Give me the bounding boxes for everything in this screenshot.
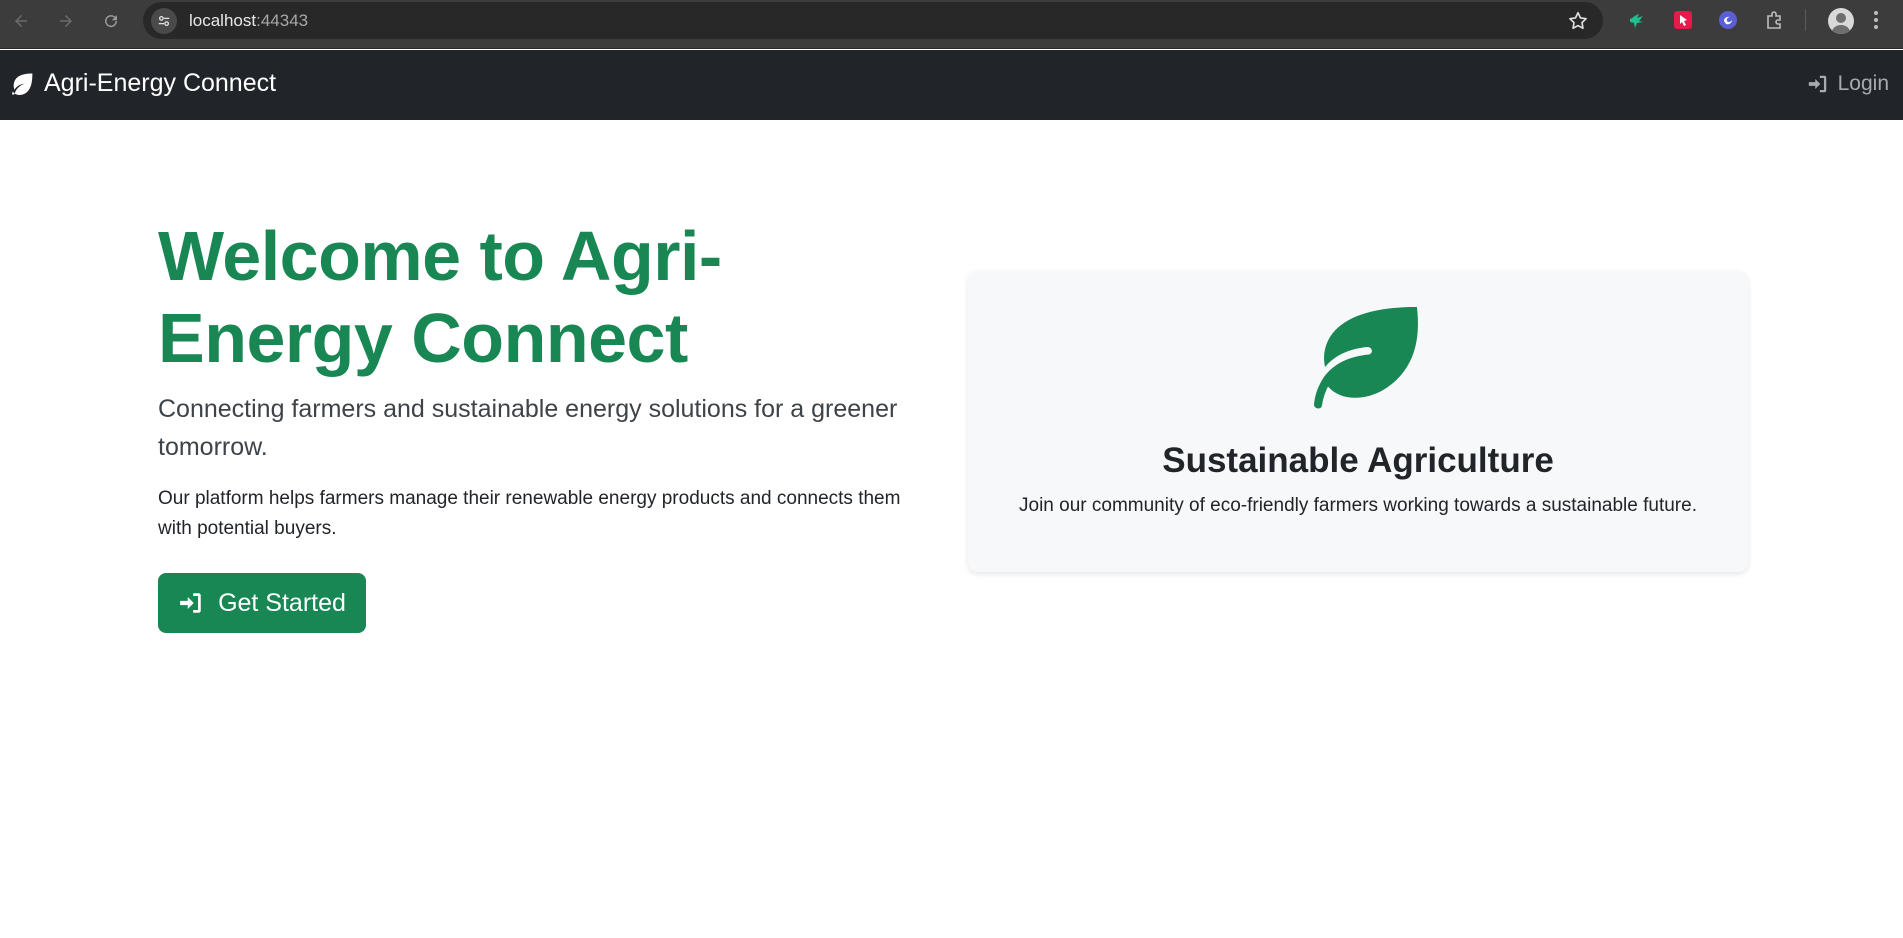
card-title: Sustainable Agriculture xyxy=(1162,441,1554,480)
back-button[interactable] xyxy=(10,10,32,32)
reload-icon xyxy=(105,15,118,28)
forward-button[interactable] xyxy=(55,10,77,32)
profile-person-icon xyxy=(1831,13,1851,34)
url-host: localhost xyxy=(189,11,257,30)
arrow-left-icon xyxy=(15,15,27,27)
tune-icon xyxy=(158,15,170,27)
sign-in-icon xyxy=(1808,75,1826,93)
menu-dot-icon xyxy=(1874,18,1878,22)
extension-swirl-icon[interactable] xyxy=(1717,9,1739,31)
hero-lead: Connecting farmers and sustainable energ… xyxy=(158,395,898,461)
arrow-right-icon xyxy=(60,15,72,27)
bookmark-star-icon[interactable] xyxy=(1567,10,1589,32)
reload-button[interactable] xyxy=(100,10,122,32)
menu-dot-icon xyxy=(1874,11,1878,15)
browser-toolbar: localhost:44343 xyxy=(0,0,1903,49)
hero-title: Welcome to Agri-Energy Connect xyxy=(158,217,722,377)
extension-pointer-icon[interactable] xyxy=(1672,9,1694,31)
login-label: Login xyxy=(1837,72,1889,95)
hero-body: Our platform helps farmers manage their … xyxy=(158,488,901,539)
brand-name: Agri-Energy Connect xyxy=(44,69,277,97)
app-navbar: Agri-Energy Connect Login xyxy=(0,50,1903,120)
site-info-button[interactable] xyxy=(151,8,177,34)
get-started-button[interactable]: Get Started xyxy=(158,573,366,633)
menu-dot-icon xyxy=(1874,25,1878,29)
sustainable-agriculture-card: Sustainable Agriculture Join our communi… xyxy=(968,271,1748,572)
get-started-label: Get Started xyxy=(218,588,346,617)
leaf-icon xyxy=(12,72,33,95)
profile-avatar[interactable] xyxy=(1828,8,1854,34)
extensions-puzzle-icon[interactable] xyxy=(1763,9,1785,31)
leaf-icon xyxy=(1313,307,1418,409)
address-bar[interactable]: localhost:44343 xyxy=(143,2,1603,39)
card-text: Join our community of eco-friendly farme… xyxy=(1019,495,1697,516)
brand-link[interactable]: Agri-Energy Connect xyxy=(8,69,276,98)
login-link[interactable]: Login xyxy=(1807,72,1889,96)
browser-menu-button[interactable] xyxy=(1872,9,1880,31)
toolbar-divider xyxy=(1805,9,1806,31)
sign-in-icon xyxy=(180,593,201,613)
url-text[interactable]: localhost:44343 xyxy=(189,11,308,31)
extension-hummingbird-icon[interactable] xyxy=(1626,9,1648,31)
url-port: :44343 xyxy=(256,11,309,30)
